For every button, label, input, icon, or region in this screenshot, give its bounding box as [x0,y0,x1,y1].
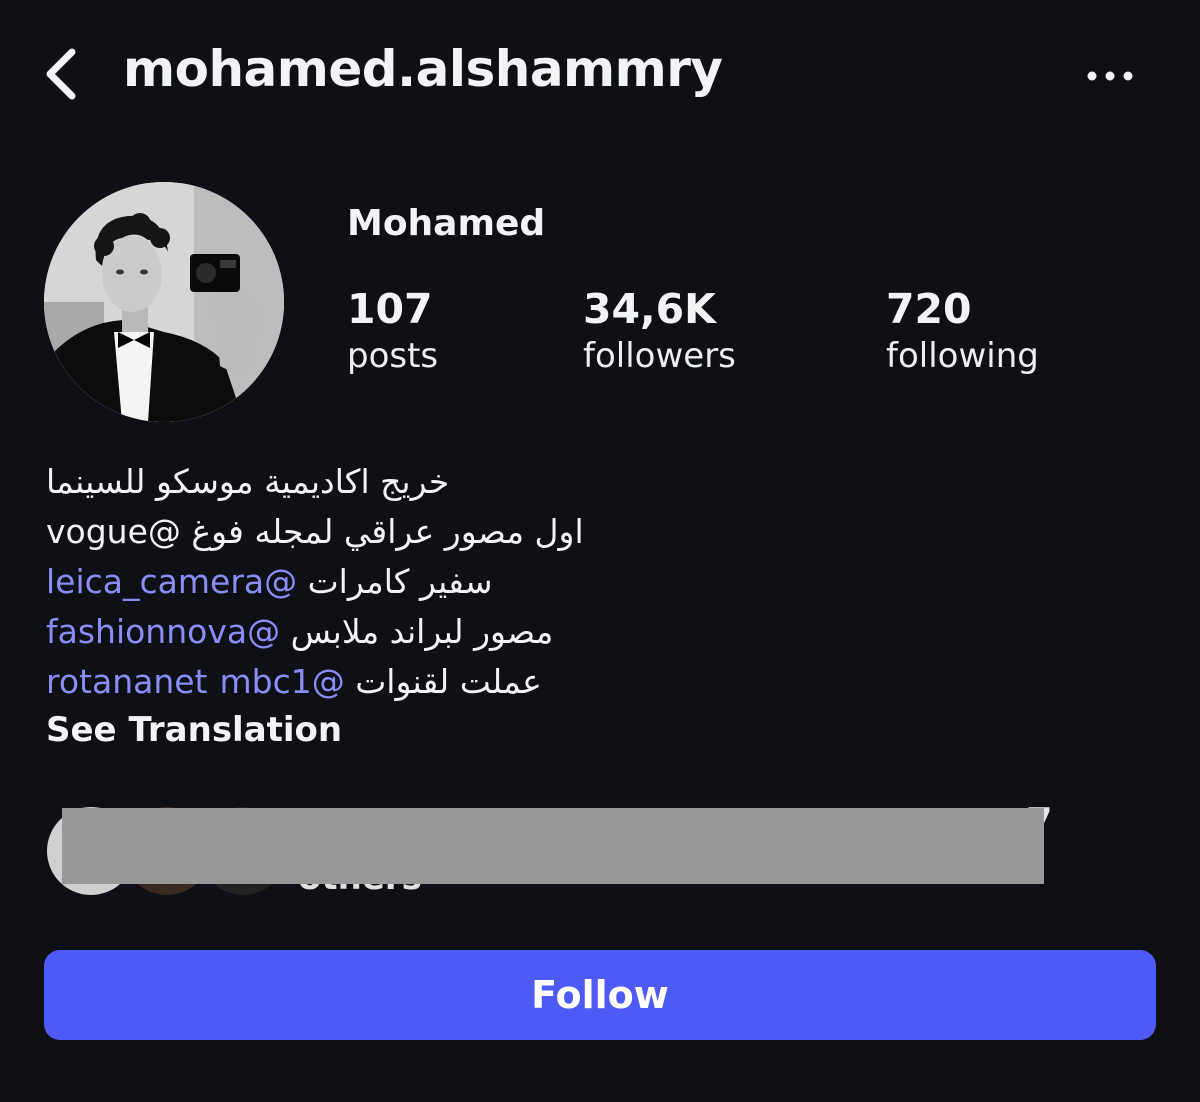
follow-button[interactable]: Follow [44,950,1156,1040]
bio-line-1: خريج اكاديمية موسكو للسينما [46,458,666,506]
bio-text: عملت لقنوات [344,662,542,701]
followers-count[interactable]: 34,6K followers [583,284,736,378]
avatar-image [44,182,284,422]
following-label: following [886,336,1039,376]
bio-text: سفير كامرات [297,562,493,601]
followers-label: followers [583,336,736,376]
mention-leica-camera[interactable]: @leica_camera [46,562,297,601]
following-count[interactable]: 720 following [886,284,1039,378]
more-horizontal-icon [1086,67,1134,86]
mention-mbc1[interactable]: mbc1 [220,662,312,701]
chevron-left-icon [40,46,80,106]
posts-value: 107 [347,285,433,333]
bio-line-5: عملت لقنوات @rotananetmbc1 [46,658,666,706]
more-options-button[interactable] [1080,56,1140,96]
mention-fashionnova[interactable]: @fashionnova [46,612,280,651]
profile-display-name: Mohamed [347,203,546,244]
bio-text: خريج اكاديمية موسكو للسينما [46,462,450,501]
posts-label: posts [347,336,439,376]
profile-avatar[interactable] [44,182,284,422]
mention-vogue[interactable]: @vogue [46,512,181,551]
followers-value: 34,6K [583,285,716,333]
bio-text: مصور لبراند ملابس [280,612,554,651]
posts-count[interactable]: 107 posts [347,284,438,378]
bio-line-2: اول مصور عراقي لمجله فوغ @vogue [46,508,666,556]
see-translation-link[interactable]: See Translation [46,710,342,750]
following-value: 720 [886,285,972,333]
bio-line-4: مصور لبراند ملابس @fashionnova [46,608,666,656]
bio-line-3: سفير كامرات @leica_camera [46,558,666,606]
redaction-block [62,808,1044,884]
back-button[interactable] [30,44,90,108]
bio-text: اول مصور عراقي لمجله فوغ [180,512,584,551]
profile-username: mohamed.alshammry [123,40,723,98]
